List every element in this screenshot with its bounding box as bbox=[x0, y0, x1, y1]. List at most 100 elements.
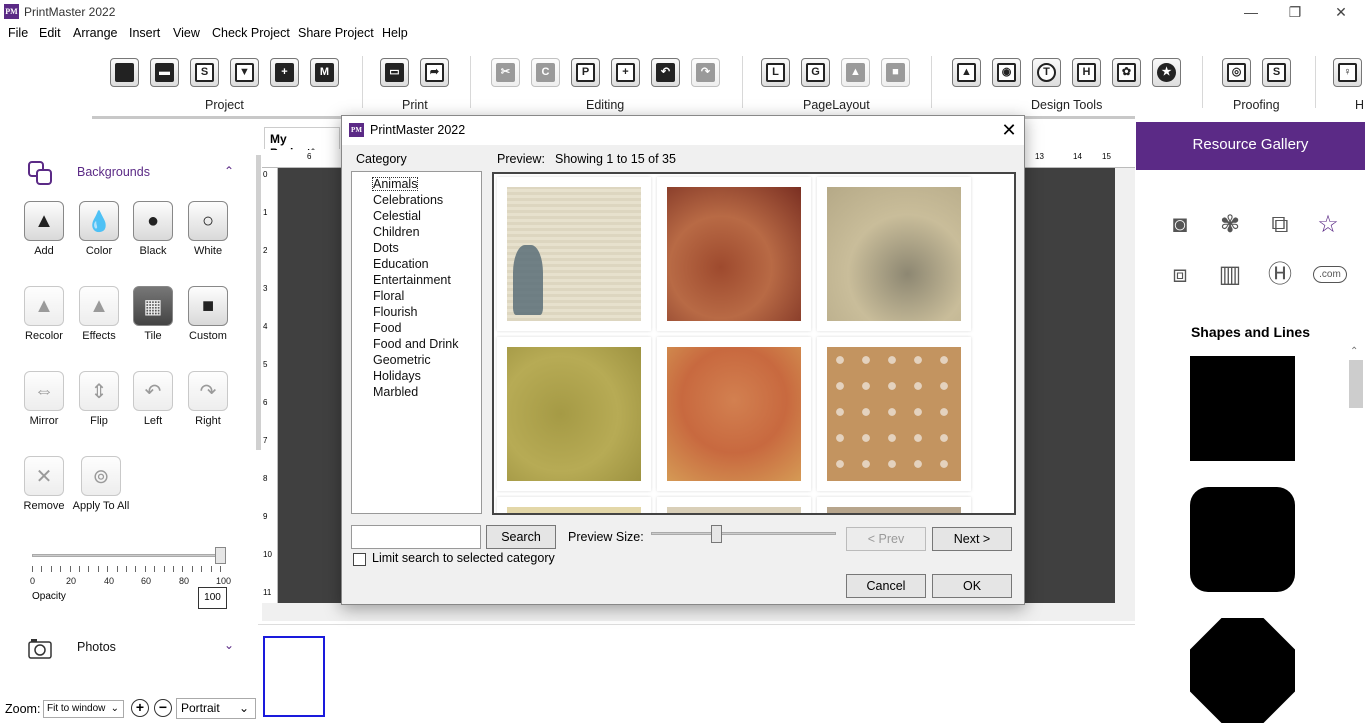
category-item[interactable]: Marbled bbox=[352, 384, 481, 400]
tips-button[interactable]: ♀ bbox=[1333, 58, 1362, 87]
canvas-vertical-scrollbar[interactable] bbox=[1115, 168, 1135, 603]
chevron-up-icon[interactable]: ⌃ bbox=[1350, 346, 1358, 357]
ok-button[interactable]: OK bbox=[932, 574, 1012, 598]
menu-share-project[interactable]: Share Project bbox=[298, 26, 374, 40]
category-list[interactable]: Animals Celebrations Celestial Children … bbox=[351, 171, 482, 514]
background-tile[interactable] bbox=[497, 177, 651, 331]
star-button[interactable]: ★ bbox=[1152, 58, 1181, 87]
cancel-button[interactable]: Cancel bbox=[846, 574, 926, 598]
background-tile[interactable] bbox=[497, 337, 651, 491]
next-button[interactable]: Next > bbox=[932, 527, 1012, 551]
preview-size-slider-track[interactable] bbox=[651, 532, 836, 535]
category-item[interactable]: Celebrations bbox=[352, 192, 481, 208]
layout-icon[interactable]: ⧈ bbox=[1165, 260, 1195, 290]
headline-icon[interactable]: Ⓗ bbox=[1265, 260, 1295, 290]
bg-effects-button[interactable]: ▲ Effects bbox=[69, 286, 129, 342]
menu-view[interactable]: View bbox=[173, 26, 200, 40]
category-item[interactable]: Floral bbox=[352, 288, 481, 304]
bg-black-button[interactable]: ● Black bbox=[123, 201, 183, 257]
add-page-button[interactable]: + bbox=[270, 58, 299, 87]
shapes-icon[interactable]: ⧉ bbox=[1265, 210, 1295, 240]
search-button[interactable]: Search bbox=[486, 525, 556, 549]
star-outline-icon[interactable]: ☆ bbox=[1313, 210, 1343, 240]
menu-arrange[interactable]: Arrange bbox=[73, 26, 117, 40]
bg-color-button[interactable]: 💧 Color bbox=[69, 201, 129, 257]
page-thumbnail[interactable] bbox=[263, 636, 325, 717]
layers-button[interactable]: L bbox=[761, 58, 790, 87]
orientation-select[interactable]: Portrait ⌄ bbox=[176, 698, 256, 719]
menu-check-project[interactable]: Check Project bbox=[212, 26, 290, 40]
background-tile[interactable] bbox=[817, 177, 971, 331]
position-button[interactable]: ■ bbox=[881, 58, 910, 87]
bg-flip-button[interactable]: ⇕ Flip bbox=[69, 371, 129, 427]
category-item[interactable]: Holidays bbox=[352, 368, 481, 384]
category-item[interactable]: Dots bbox=[352, 240, 481, 256]
limit-search-checkbox[interactable] bbox=[353, 553, 366, 566]
opacity-value-input[interactable]: 100 bbox=[198, 587, 227, 609]
guides-button[interactable]: G bbox=[801, 58, 830, 87]
copy-button[interactable]: C bbox=[531, 58, 560, 87]
restore-button[interactable]: ❐ bbox=[1280, 2, 1310, 22]
bg-rotate-right-button[interactable]: ↷ Right bbox=[178, 371, 238, 427]
menu-insert[interactable]: Insert bbox=[129, 26, 160, 40]
dialog-close-button[interactable]: ✕ bbox=[997, 119, 1021, 141]
cut-button[interactable]: ✂ bbox=[491, 58, 520, 87]
square-shape[interactable] bbox=[1190, 356, 1295, 461]
category-item[interactable]: Entertainment bbox=[352, 272, 481, 288]
gallery-scrollbar-thumb[interactable] bbox=[1349, 360, 1363, 408]
document-tab[interactable]: My Project* bbox=[264, 127, 340, 160]
category-item-animals[interactable]: Animals bbox=[371, 176, 419, 192]
opacity-slider-thumb[interactable] bbox=[215, 547, 226, 564]
category-item[interactable]: Education bbox=[352, 256, 481, 272]
export-button[interactable]: ▼ bbox=[230, 58, 259, 87]
bg-apply-to-all-button[interactable]: ⊚ Apply To All bbox=[71, 456, 131, 512]
text-button[interactable]: T bbox=[1032, 58, 1061, 87]
web-cloud-icon[interactable]: .com bbox=[1310, 260, 1350, 290]
preview-size-slider-thumb[interactable] bbox=[710, 525, 722, 543]
category-item[interactable]: Food bbox=[352, 320, 481, 336]
bg-add-button[interactable]: ▲ Add bbox=[14, 201, 74, 257]
camera-icon[interactable]: ◙ bbox=[1165, 210, 1195, 240]
bg-recolor-button[interactable]: ▲ Recolor bbox=[14, 286, 74, 342]
lotus-icon[interactable]: ✾ bbox=[1215, 210, 1245, 240]
bg-tile-button[interactable]: ▦ Tile bbox=[123, 286, 183, 342]
zoom-select[interactable]: Fit to window ⌄ bbox=[43, 700, 124, 718]
share-button[interactable]: ➦ bbox=[420, 58, 449, 87]
opacity-slider-track[interactable] bbox=[32, 554, 222, 557]
background-tile[interactable] bbox=[657, 177, 811, 331]
redo-button[interactable]: ↷ bbox=[691, 58, 720, 87]
bg-custom-button[interactable]: ■ Custom bbox=[178, 286, 238, 342]
prev-button[interactable]: < Prev bbox=[846, 527, 926, 551]
flower-button[interactable]: ✿ bbox=[1112, 58, 1141, 87]
align-button[interactable]: ▲ bbox=[841, 58, 870, 87]
category-item[interactable]: Food and Drink bbox=[352, 336, 481, 352]
manage-button[interactable]: M bbox=[310, 58, 339, 87]
left-panel-scrollbar[interactable] bbox=[256, 155, 261, 450]
headline-button[interactable]: H bbox=[1072, 58, 1101, 87]
category-item[interactable]: Geometric bbox=[352, 352, 481, 368]
search-input[interactable] bbox=[351, 525, 481, 549]
close-window-button[interactable]: ✕ bbox=[1326, 2, 1356, 22]
new-project-button[interactable] bbox=[110, 58, 139, 87]
canvas-horizontal-scrollbar[interactable] bbox=[262, 603, 1135, 621]
category-item[interactable]: Celestial bbox=[352, 208, 481, 224]
background-tile[interactable] bbox=[657, 497, 811, 513]
print-button[interactable]: ▭ bbox=[380, 58, 409, 87]
open-project-button[interactable]: ▬ bbox=[150, 58, 179, 87]
zoom-in-button[interactable]: + bbox=[131, 699, 149, 717]
collapse-chevron-icon[interactable]: ⌃ bbox=[224, 164, 234, 178]
photos-section-title[interactable]: Photos bbox=[77, 640, 116, 654]
menu-help[interactable]: Help bbox=[382, 26, 408, 40]
columns-icon[interactable]: ▥ bbox=[1215, 260, 1245, 290]
expand-chevron-icon[interactable]: ⌄ bbox=[224, 638, 234, 652]
bg-mirror-button[interactable]: ⇔ Mirror bbox=[14, 371, 74, 427]
save-button[interactable]: S bbox=[190, 58, 219, 87]
rounded-square-shape[interactable] bbox=[1190, 487, 1295, 592]
backgrounds-section-title[interactable]: Backgrounds bbox=[77, 165, 150, 179]
menu-edit[interactable]: Edit bbox=[39, 26, 61, 40]
bg-white-button[interactable]: ○ White bbox=[178, 201, 238, 257]
background-tile[interactable] bbox=[497, 497, 651, 513]
background-tile[interactable] bbox=[817, 337, 971, 491]
undo-button[interactable]: ↶ bbox=[651, 58, 680, 87]
proof-view-button[interactable]: ◎ bbox=[1222, 58, 1251, 87]
